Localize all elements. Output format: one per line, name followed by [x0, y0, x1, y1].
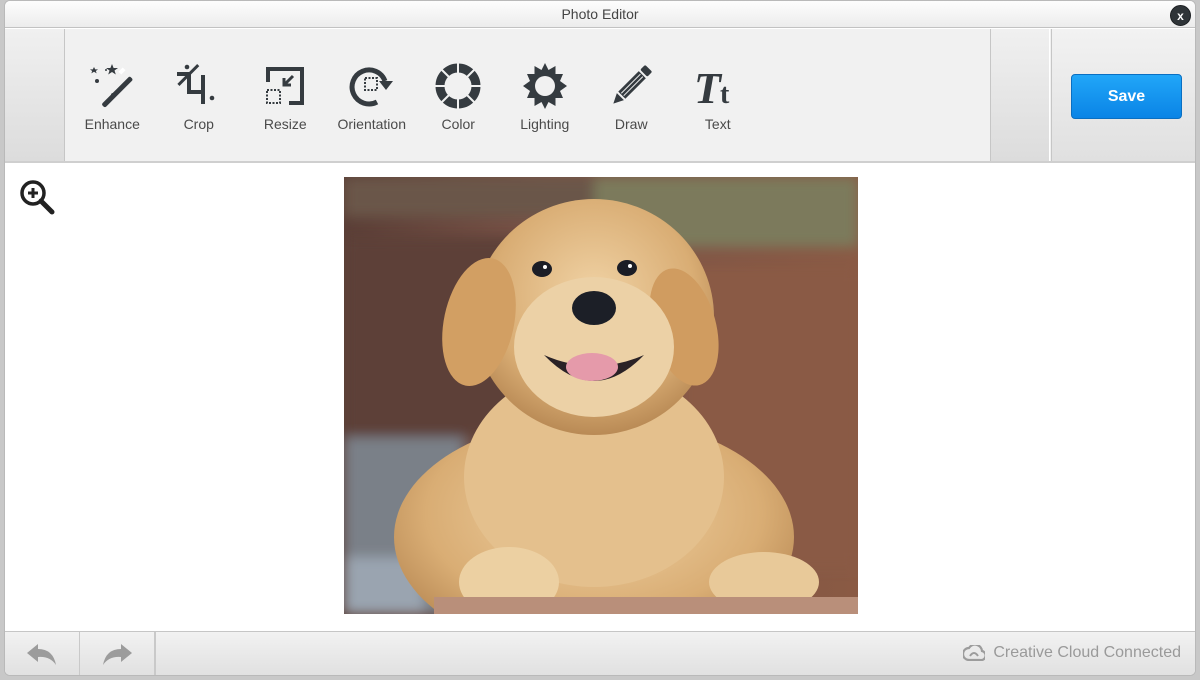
redo-icon — [103, 643, 132, 665]
tool-label: Draw — [614, 116, 648, 132]
tool-crop[interactable]: Crop — [156, 29, 243, 161]
tool-text[interactable]: T t Text — [675, 29, 762, 161]
creative-cloud-icon — [963, 645, 986, 661]
puppy-photo — [344, 177, 858, 614]
close-button[interactable]: x — [1170, 5, 1191, 26]
tool-list: Enhance Crop Resize Orientation Color Li… — [69, 29, 761, 161]
tool-label: Resize — [263, 116, 307, 132]
tool-draw[interactable]: Draw — [588, 29, 675, 161]
tool-label: Text — [704, 116, 731, 132]
tool-color[interactable]: Color — [415, 29, 502, 161]
crop-icon — [174, 61, 224, 111]
zoom-in-icon[interactable] — [17, 177, 57, 217]
svg-text:t: t — [720, 79, 730, 110]
tool-enhance[interactable]: Enhance — [69, 29, 156, 161]
title-bar: Photo Editor x — [5, 1, 1195, 28]
canvas-area — [5, 164, 1195, 631]
footer-divider — [155, 632, 156, 675]
tool-lighting[interactable]: Lighting — [502, 29, 589, 161]
save-button[interactable]: Save — [1071, 74, 1182, 119]
tool-label: Color — [441, 116, 475, 132]
toolbar-left-panel — [5, 29, 65, 161]
resize-icon — [260, 61, 310, 111]
window-title: Photo Editor — [561, 6, 639, 22]
footer-bar: Creative Cloud Connected — [5, 631, 1195, 675]
tool-label: Enhance — [84, 116, 140, 132]
undo-icon — [27, 643, 56, 665]
tool-label: Lighting — [520, 116, 570, 132]
photo-canvas[interactable] — [344, 177, 858, 614]
tool-resize[interactable]: Resize — [242, 29, 329, 161]
tool-label: Crop — [183, 116, 214, 132]
toolbar-divider-panel — [990, 29, 1050, 161]
undo-button[interactable] — [5, 632, 80, 675]
status-text: Creative Cloud Connected — [993, 644, 1181, 661]
color-wheel-icon — [433, 61, 483, 111]
redo-button[interactable] — [80, 632, 155, 675]
tool-orientation[interactable]: Orientation — [329, 29, 416, 161]
photo-editor-window: Photo Editor x Enhance Crop Resize Orien… — [4, 0, 1196, 676]
tool-label: Orientation — [337, 116, 406, 132]
pencil-icon — [606, 61, 656, 111]
rotate-icon — [347, 61, 397, 111]
text-icon: T t — [693, 61, 743, 111]
creative-cloud-status: Creative Cloud Connected — [963, 644, 1181, 662]
svg-text:T: T — [694, 64, 723, 111]
toolbar: Enhance Crop Resize Orientation Color Li… — [5, 29, 1195, 163]
sun-icon — [520, 61, 570, 111]
magic-wand-icon — [87, 61, 137, 111]
